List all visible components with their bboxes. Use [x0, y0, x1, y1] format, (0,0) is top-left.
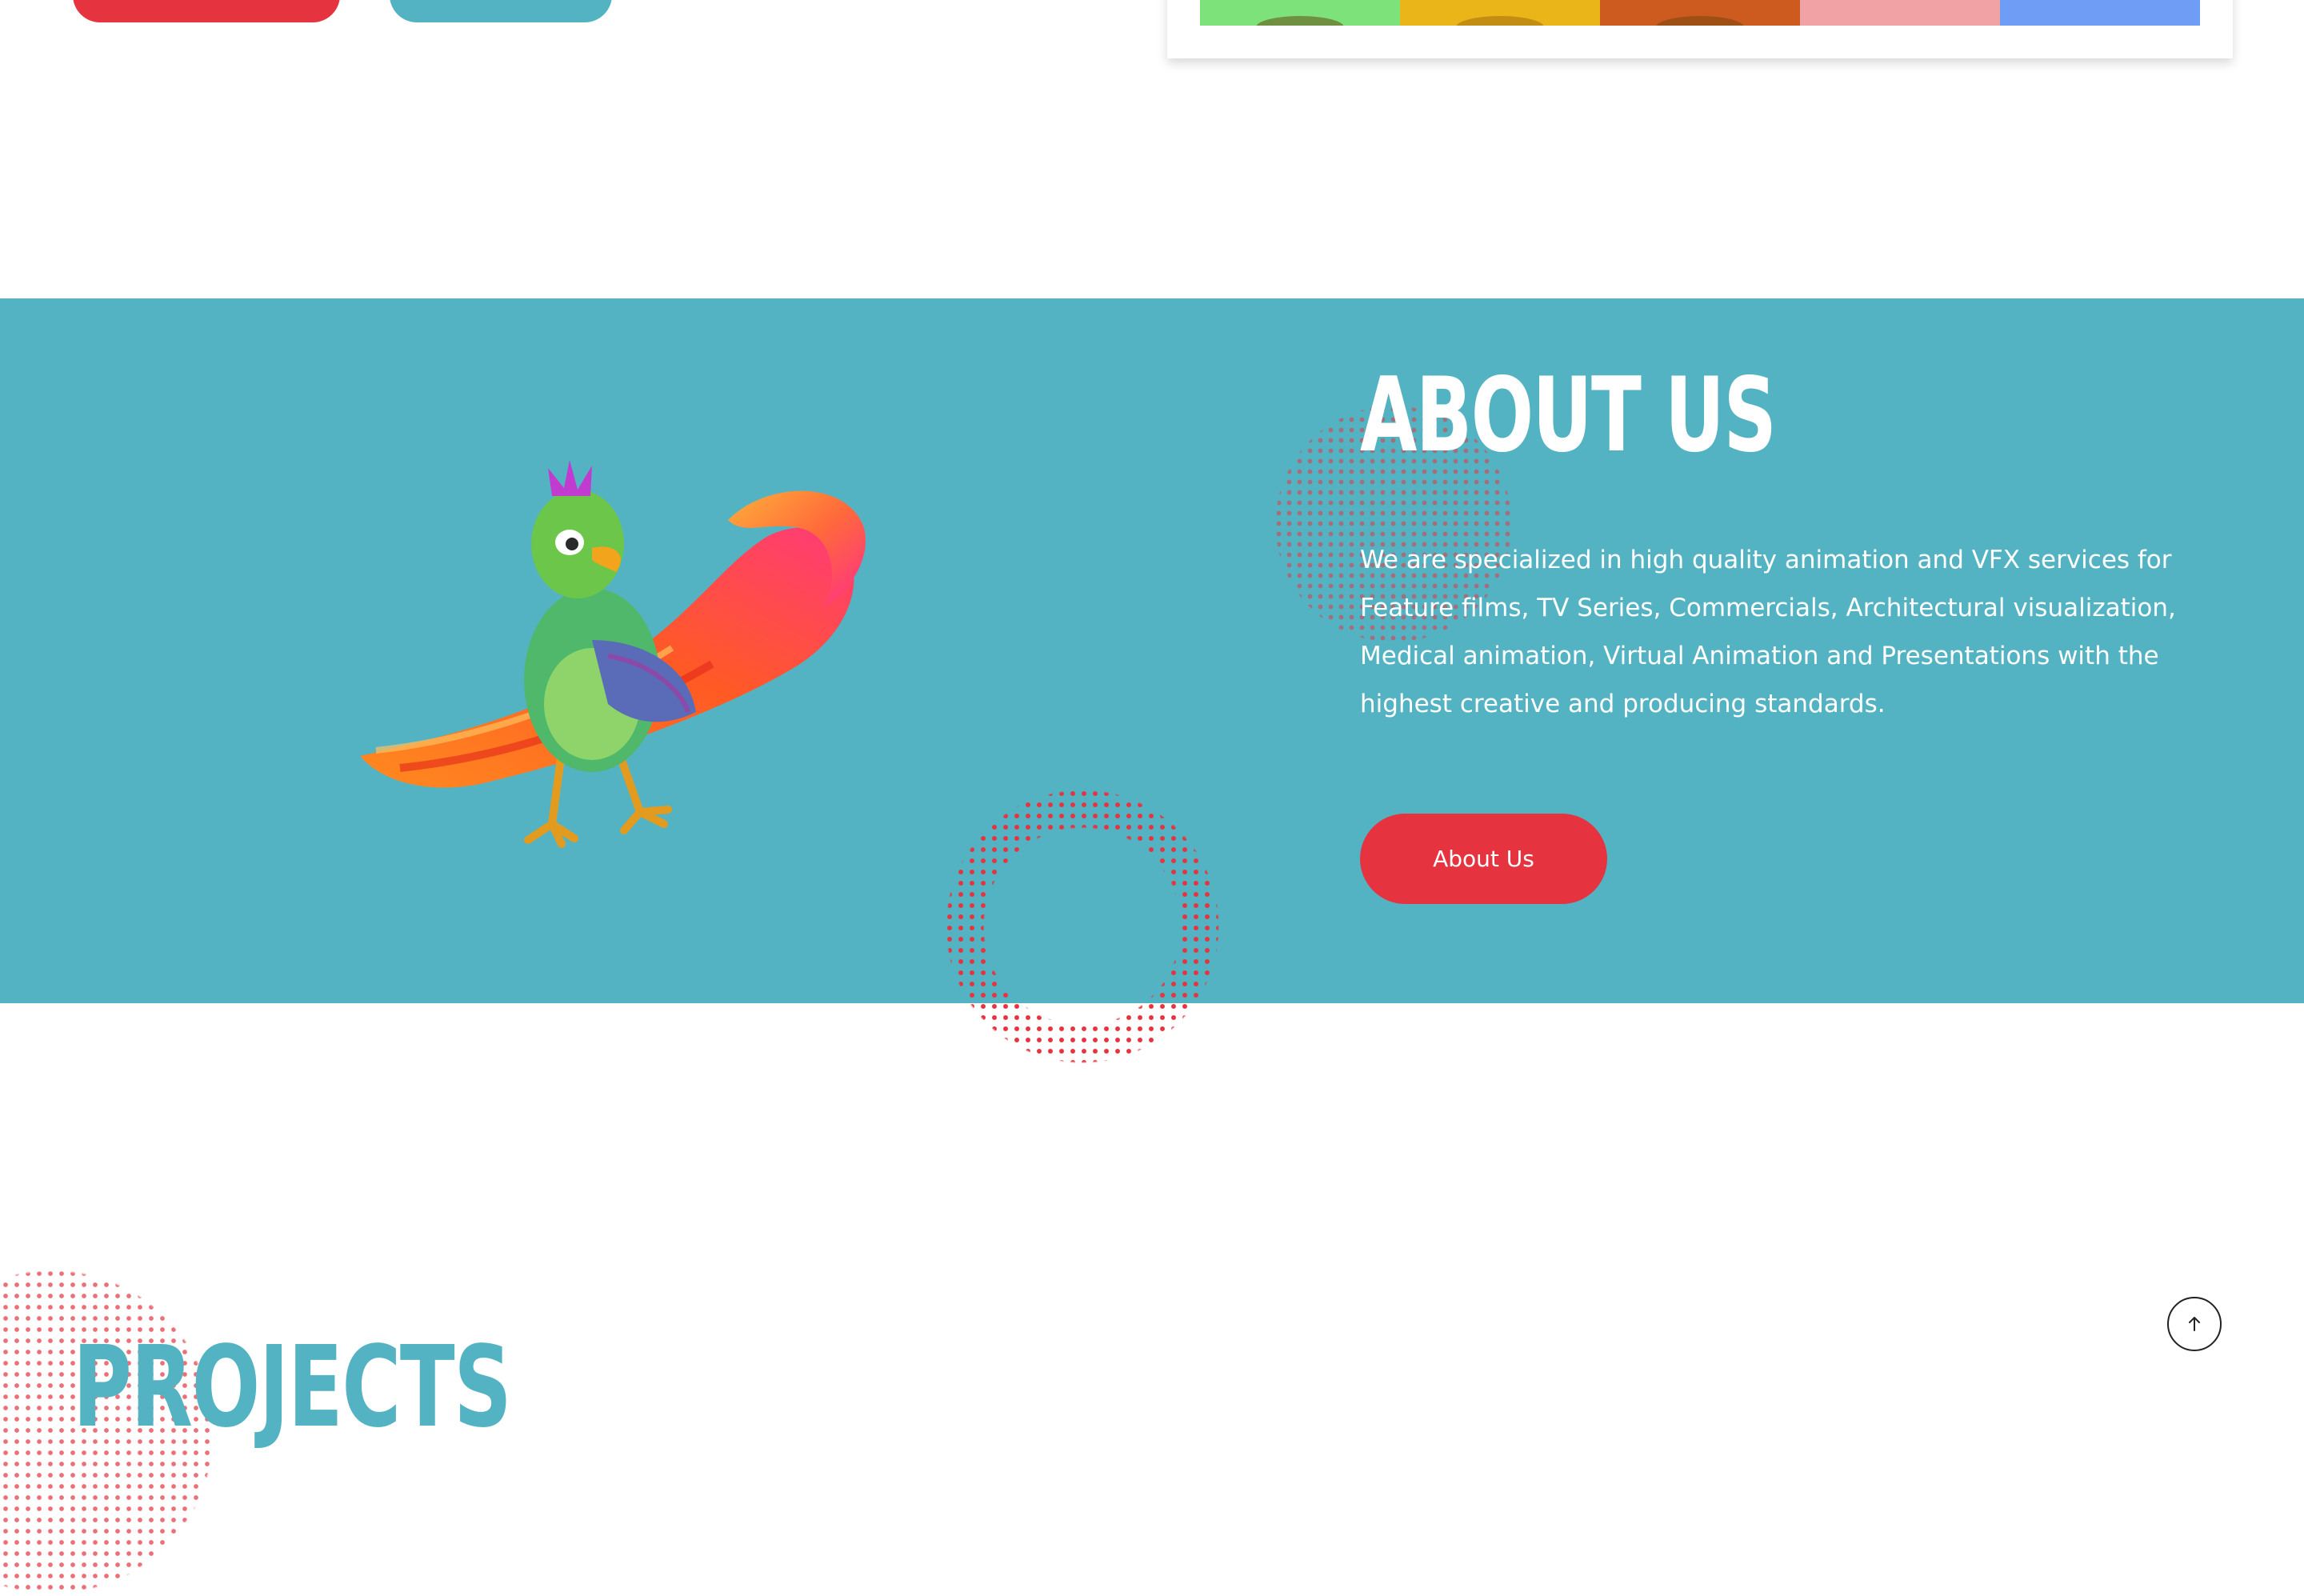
parrot-illustration [360, 460, 866, 848]
gallery-thumbnail[interactable] [1600, 0, 1800, 26]
arrow-up-icon [2189, 1317, 2200, 1331]
gallery-thumbnail-strip [1200, 0, 2200, 26]
about-title: ABOUT US [1360, 356, 1777, 475]
about-us-button[interactable]: About Us [1360, 814, 1607, 904]
hero-secondary-button[interactable] [390, 0, 612, 22]
gallery-thumbnail[interactable] [1400, 0, 1600, 26]
scroll-to-top-button[interactable] [2167, 1297, 2222, 1351]
about-description: We are specialized in high quality anima… [1360, 546, 2176, 718]
gallery-card [1167, 0, 2233, 58]
gallery-thumbnail[interactable] [2000, 0, 2200, 26]
projects-title: PROJECTS [73, 1322, 512, 1453]
decorative-dots-ring [944, 788, 1221, 1065]
gallery-thumbnail[interactable] [1200, 0, 1400, 26]
hero-primary-button[interactable] [73, 0, 340, 22]
gallery-thumbnail[interactable] [1800, 0, 2000, 26]
